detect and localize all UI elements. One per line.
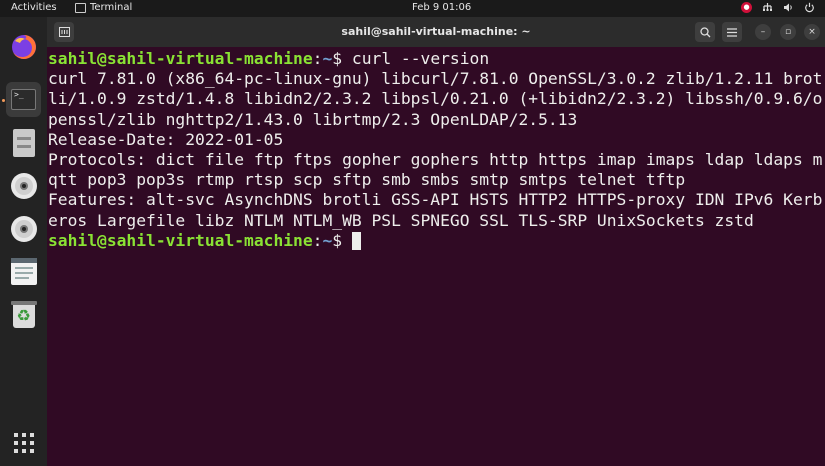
app-grid-icon	[13, 432, 34, 453]
search-icon	[699, 26, 710, 37]
volume-icon[interactable]	[783, 2, 794, 13]
system-tray[interactable]: ●	[741, 2, 815, 13]
prompt-line: sahil@sahil-virtual-machine:~$ curl --ve…	[48, 49, 825, 69]
prompt-line: sahil@sahil-virtual-machine:~$	[48, 231, 825, 251]
firefox-icon	[11, 34, 36, 59]
terminal-content[interactable]: sahil@sahil-virtual-machine:~$ curl --ve…	[47, 47, 825, 466]
hamburger-icon	[727, 27, 737, 37]
prompt-path: ~	[322, 49, 333, 68]
disc-launcher-1[interactable]	[6, 168, 41, 203]
prompt-colon: :	[312, 230, 323, 250]
power-icon[interactable]	[804, 2, 815, 13]
app-name: Terminal	[90, 2, 133, 13]
close-button[interactable]: ×	[804, 24, 820, 40]
text-editor-icon	[10, 258, 37, 285]
output-line: qtt pop3 pop3s rtmp rtsp scp sftp smb sm…	[48, 170, 686, 190]
terminal-window: sahil@sahil-virtual-machine: ~ – ▫ × sah…	[47, 17, 825, 466]
command-text: curl --version	[351, 49, 490, 68]
output-line: curl 7.81.0 (x86_64-pc-linux-gnu) libcur…	[48, 69, 823, 89]
disc-icon	[10, 172, 37, 199]
close-icon: ×	[808, 27, 816, 37]
maximize-icon: ▫	[784, 27, 792, 37]
terminal-icon: >_	[11, 89, 36, 110]
prompt-path: ~	[322, 230, 333, 250]
network-icon[interactable]	[762, 2, 773, 13]
disc-launcher-2[interactable]	[6, 211, 41, 246]
prompt-user: sahil@sahil-virtual-machine	[48, 49, 313, 68]
prompt-user: sahil@sahil-virtual-machine	[48, 230, 313, 250]
trash-icon: ♻	[10, 301, 37, 328]
clock[interactable]: Feb 9 01:06	[412, 2, 471, 13]
text-editor-launcher[interactable]	[6, 254, 41, 289]
running-indicator	[2, 99, 5, 102]
prompt-symbol: $	[332, 230, 352, 250]
output-line: penssl/zlib nghttp2/1.43.0 librtmp/2.3 O…	[48, 109, 578, 129]
output-line: Features: alt-svc AsynchDNS brotli GSS-A…	[48, 190, 823, 210]
prompt-symbol: $	[332, 49, 352, 68]
terminal-launcher[interactable]: >_	[6, 82, 41, 117]
prompt-colon: :	[312, 49, 323, 68]
record-icon[interactable]: ●	[741, 2, 752, 13]
maximize-button[interactable]: ▫	[780, 24, 796, 40]
search-button[interactable]	[695, 22, 715, 42]
show-apps-button[interactable]	[6, 425, 41, 460]
text-cursor	[351, 231, 361, 250]
disc-icon	[10, 215, 37, 242]
output-line: Protocols: dict file ftp ftps gopher gop…	[48, 150, 823, 170]
output-line: li/1.0.9 zstd/1.4.8 libidn2/2.3.2 libpsl…	[48, 89, 823, 109]
activities-button[interactable]: Activities	[11, 2, 57, 13]
files-launcher[interactable]	[6, 125, 41, 160]
minimize-button[interactable]: –	[755, 24, 771, 40]
app-menu[interactable]: Terminal	[75, 2, 132, 13]
title-bar[interactable]: sahil@sahil-virtual-machine: ~ – ▫ ×	[47, 17, 825, 47]
minimize-icon: –	[760, 27, 766, 37]
files-icon	[12, 128, 35, 157]
dock: >_ ♻	[0, 17, 47, 466]
top-panel: Activities Terminal Feb 9 01:06 ●	[0, 0, 825, 17]
firefox-launcher[interactable]	[6, 29, 41, 64]
output-line: eros Largefile libz NTLM NTLM_WB PSL SPN…	[48, 210, 754, 230]
trash-launcher[interactable]: ♻	[6, 297, 41, 332]
menu-button[interactable]	[722, 22, 742, 42]
terminal-icon	[75, 2, 86, 13]
output-line: Release-Date: 2022-01-05	[48, 129, 284, 149]
